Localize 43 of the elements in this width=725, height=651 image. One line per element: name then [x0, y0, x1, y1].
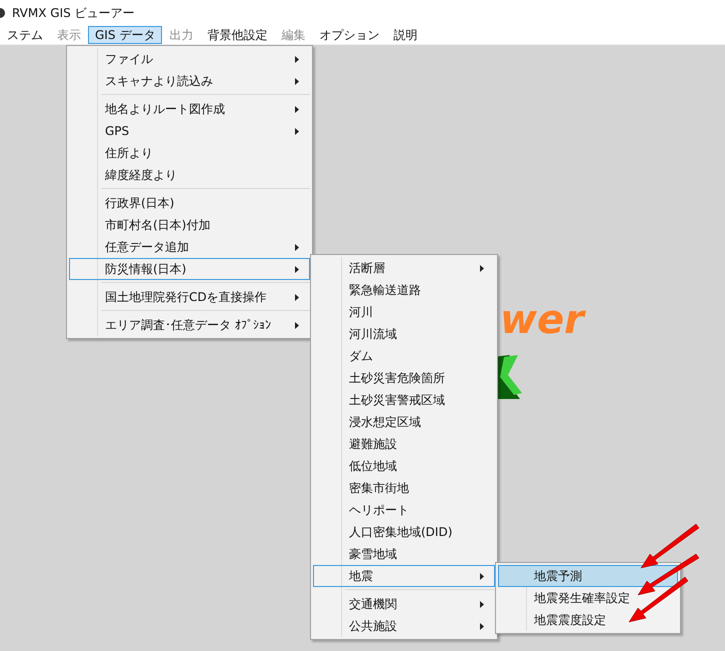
menu-item[interactable]: ファイル: [69, 48, 310, 70]
menu-item[interactable]: 市町村名(日本)付加: [69, 214, 310, 236]
menu-item[interactable]: 国土地理院発行CDを直接操作: [69, 286, 310, 308]
menu-item[interactable]: 防災情報(日本): [69, 258, 310, 280]
menu-item[interactable]: 土砂災害危険箇所: [313, 367, 495, 389]
menu-item[interactable]: 河川流域: [313, 323, 495, 345]
menu-item[interactable]: 地名よりルート図作成: [69, 98, 310, 120]
menu-item[interactable]: 土砂災害警戒区域: [313, 389, 495, 411]
menu-item[interactable]: 低位地域: [313, 455, 495, 477]
logo-text: wer: [500, 300, 584, 340]
menu-item[interactable]: 人口密集地域(DID): [313, 521, 495, 543]
menu-item[interactable]: 交通機関: [313, 593, 495, 615]
window-title: RVMX GIS ビューアー: [12, 4, 135, 22]
menu-item[interactable]: ヘリポート: [313, 499, 495, 521]
menu-item[interactable]: 避難施設: [313, 433, 495, 455]
pointer-arrow: [628, 576, 688, 622]
menu-item[interactable]: 任意データ追加: [69, 236, 310, 258]
menu-item[interactable]: 緊急輸送道路: [313, 279, 495, 301]
menu-item[interactable]: 活断層: [313, 257, 495, 279]
menu-item[interactable]: 地震発生確率設定: [498, 587, 678, 609]
menu-item[interactable]: GPS: [69, 120, 310, 142]
menu-item[interactable]: 浸水想定区域: [313, 411, 495, 433]
menu-bar-item[interactable]: GIS データ: [88, 26, 162, 44]
menu-item[interactable]: 公共施設: [313, 615, 495, 637]
pointer-arrow: [640, 524, 700, 568]
menu-item[interactable]: 緯度経度より: [69, 164, 310, 186]
menu-bar-item[interactable]: オプション: [312, 26, 386, 44]
menu-item[interactable]: 豪雪地域: [313, 543, 495, 565]
menu-item[interactable]: 地震: [313, 565, 495, 587]
menu-item[interactable]: スキャナより読込み: [69, 70, 310, 92]
menu-bar-item[interactable]: 背景他設定: [200, 26, 274, 44]
menu-item[interactable]: 地震予測: [498, 565, 678, 587]
menu-item[interactable]: ダム: [313, 345, 495, 367]
menu-bar-item[interactable]: 説明: [386, 26, 424, 44]
menu-item[interactable]: 地震震度設定: [498, 609, 678, 631]
menu-item[interactable]: 密集市街地: [313, 477, 495, 499]
app-icon: [0, 7, 6, 19]
menu-item[interactable]: エリア調査･任意データ ｵﾌﾟｼｮﾝ: [69, 314, 310, 336]
menu-bar-item[interactable]: ステム: [0, 26, 50, 44]
menu-item[interactable]: 行政界(日本): [69, 192, 310, 214]
menu-item[interactable]: 河川: [313, 301, 495, 323]
pointer-arrow: [638, 554, 700, 596]
menu-item[interactable]: 住所より: [69, 142, 310, 164]
